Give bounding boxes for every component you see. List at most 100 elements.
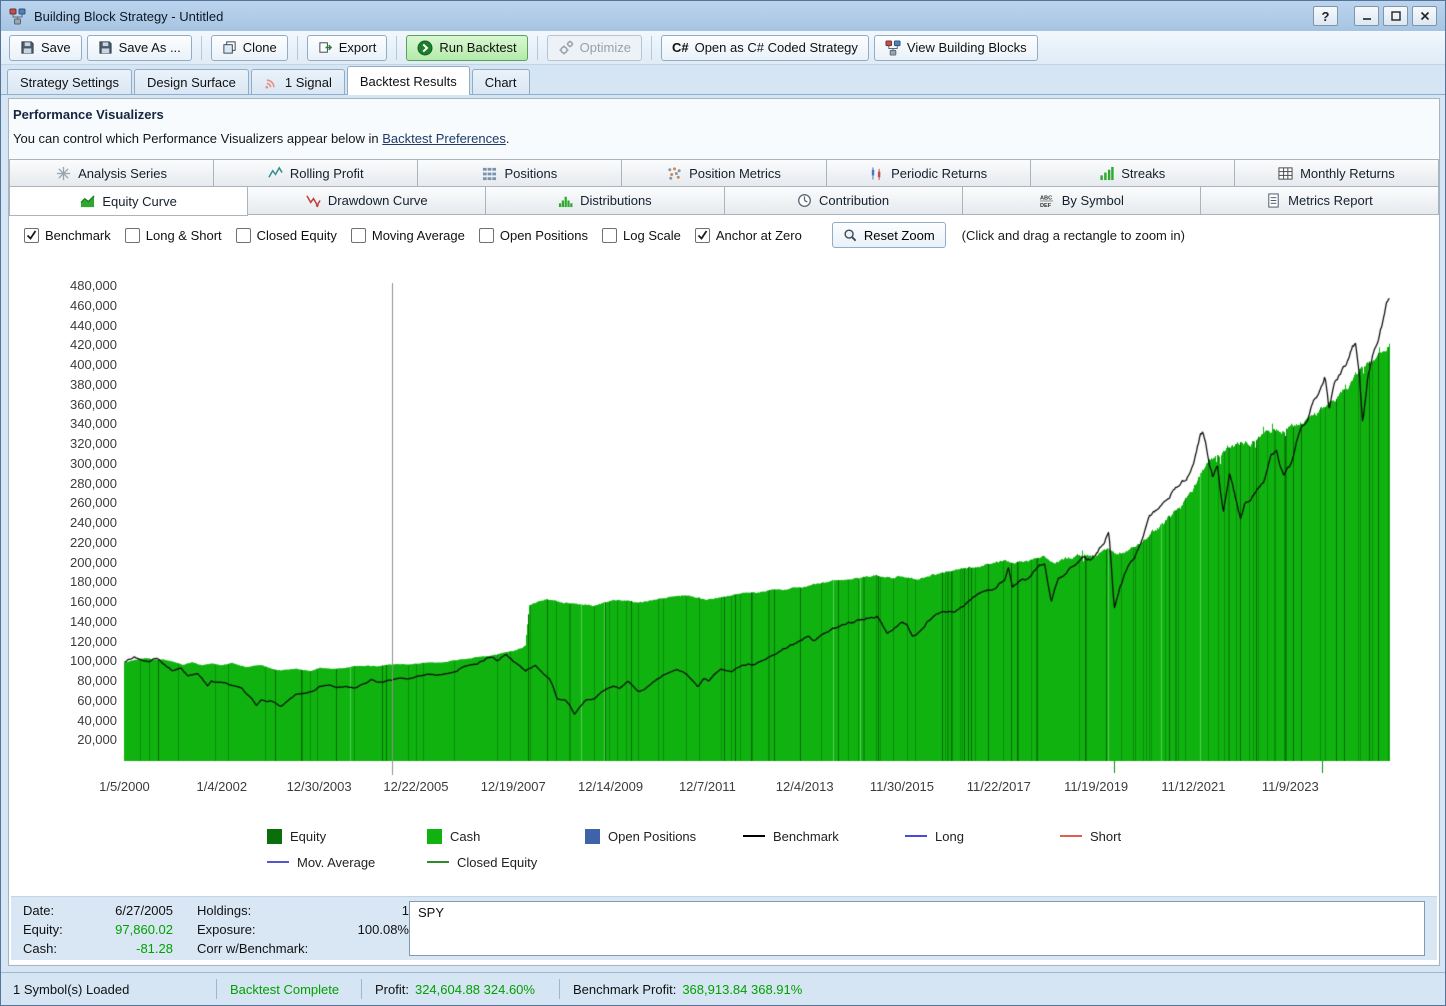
- clone-button[interactable]: Clone: [211, 35, 288, 61]
- minimize-button[interactable]: [1354, 6, 1379, 26]
- toolbar: Save Save As ... Clone Export Run Backte…: [1, 31, 1445, 65]
- export-button[interactable]: Export: [307, 35, 388, 61]
- cursor-info-panel: Date: 6/27/2005 Holdings: 1 Equity: 97,8…: [11, 896, 1437, 960]
- y-axis-label: 20,000: [5, 732, 117, 747]
- tab-strategy-settings[interactable]: Strategy Settings: [7, 69, 132, 94]
- checkbox-long-short[interactable]: Long & Short: [125, 228, 222, 243]
- checkbox-anchor-at-zero[interactable]: Anchor at Zero: [695, 228, 802, 243]
- streaks-icon: [1099, 166, 1114, 181]
- checkbox-benchmark[interactable]: Benchmark: [24, 228, 111, 243]
- toolbar-separator: [651, 36, 652, 60]
- legend-equity: Equity: [267, 827, 326, 845]
- save-as-icon: [98, 40, 113, 55]
- symbol-list-box[interactable]: SPY: [409, 901, 1425, 956]
- optimize-button[interactable]: Optimize: [547, 35, 642, 61]
- run-icon: [417, 40, 433, 56]
- view-building-blocks-button[interactable]: View Building Blocks: [874, 35, 1038, 61]
- open-as-csharp-button[interactable]: C# Open as C# Coded Strategy: [661, 35, 869, 61]
- y-axis-label: 220,000: [5, 535, 117, 550]
- y-axis-label: 80,000: [5, 673, 117, 688]
- corr-benchmark-label: Corr w/Benchmark:: [173, 939, 317, 958]
- profit-value: 324,604.88 324.60%: [415, 982, 535, 997]
- x-axis-label: 1/5/2000: [79, 779, 169, 794]
- save-button[interactable]: Save: [9, 35, 82, 61]
- y-axis-label: 100,000: [5, 653, 117, 668]
- reset-zoom-button[interactable]: Reset Zoom: [832, 222, 946, 248]
- tab-monthly-returns[interactable]: Monthly Returns: [1234, 159, 1439, 187]
- tab-streaks[interactable]: Streaks: [1030, 159, 1235, 187]
- analysis-series-icon: [56, 166, 71, 181]
- tab-distributions[interactable]: Distributions: [485, 186, 724, 215]
- tab-chart[interactable]: Chart: [472, 69, 530, 94]
- tab-design-surface[interactable]: Design Surface: [134, 69, 249, 94]
- benchmark-profit-label: Benchmark Profit:: [573, 982, 676, 997]
- by-symbol-icon: ABCDEF: [1039, 193, 1055, 208]
- contribution-icon: [797, 193, 812, 208]
- backtest-preferences-link[interactable]: Backtest Preferences: [382, 131, 506, 146]
- exposure-value: 100.08%: [317, 920, 409, 939]
- distributions-icon: [558, 193, 573, 208]
- y-axis-label: 200,000: [5, 555, 117, 570]
- legend-open-positions: Open Positions: [585, 827, 696, 845]
- csharp-icon: C#: [672, 40, 689, 55]
- legend-long: Long: [905, 827, 964, 845]
- optimize-icon: [558, 40, 574, 56]
- rolling-profit-icon: [268, 166, 283, 181]
- short-line-swatch: [1060, 835, 1082, 837]
- checkbox-checked-icon: [24, 228, 39, 243]
- close-button[interactable]: [1412, 6, 1437, 26]
- maximize-button[interactable]: [1383, 6, 1408, 26]
- benchmark-profit-value: 368,913.84 368.91%: [682, 982, 802, 997]
- tab-metrics-report[interactable]: Metrics Report: [1200, 186, 1439, 215]
- checkbox-moving-average[interactable]: Moving Average: [351, 228, 465, 243]
- app-window: Building Block Strategy - Untitled ? Sav…: [0, 0, 1446, 1006]
- tab-equity-curve[interactable]: Equity Curve: [9, 186, 248, 216]
- tab-contribution[interactable]: Contribution: [724, 186, 963, 215]
- zoom-hint-text: (Click and drag a rectangle to zoom in): [962, 228, 1185, 243]
- y-axis-label: 40,000: [5, 713, 117, 728]
- y-axis-label: 280,000: [5, 476, 117, 491]
- checkbox-closed-equity[interactable]: Closed Equity: [236, 228, 337, 243]
- y-axis-label: 300,000: [5, 456, 117, 471]
- checkbox-open-positions[interactable]: Open Positions: [479, 228, 588, 243]
- building-blocks-icon: [885, 40, 901, 56]
- tab-drawdown-curve[interactable]: Drawdown Curve: [247, 186, 486, 215]
- y-axis-label: 180,000: [5, 574, 117, 589]
- symbols-loaded-status: 1 Symbol(s) Loaded: [1, 973, 216, 1005]
- tab-positions[interactable]: Positions: [417, 159, 622, 187]
- x-axis-label: 11/22/2017: [954, 779, 1044, 794]
- tab-backtest-results[interactable]: Backtest Results: [347, 66, 470, 95]
- equity-curve-icon: [80, 194, 95, 209]
- position-metrics-icon: [667, 166, 682, 181]
- save-as-button[interactable]: Save As ...: [87, 35, 192, 61]
- chart-controls-bar: Benchmark Long & Short Closed Equity Mov…: [10, 217, 1438, 253]
- x-axis-label: 12/19/2007: [468, 779, 558, 794]
- y-axis-label: 240,000: [5, 515, 117, 530]
- y-axis-label: 140,000: [5, 614, 117, 629]
- tab-rolling-profit[interactable]: Rolling Profit: [213, 159, 418, 187]
- tab-position-metrics[interactable]: Position Metrics: [621, 159, 826, 187]
- holdings-value: 1: [317, 901, 409, 920]
- export-icon: [318, 40, 333, 55]
- open-positions-swatch: [585, 829, 600, 844]
- panel-description: You can control which Performance Visual…: [13, 131, 509, 146]
- checkbox-unchecked-icon: [479, 228, 494, 243]
- checkbox-log-scale[interactable]: Log Scale: [602, 228, 681, 243]
- mov-average-line-swatch: [267, 861, 289, 863]
- x-axis-label: 12/7/2011: [662, 779, 752, 794]
- help-button[interactable]: ?: [1313, 6, 1338, 26]
- y-axis-label: 360,000: [5, 397, 117, 412]
- tab-periodic-returns[interactable]: Periodic Returns: [826, 159, 1031, 187]
- run-backtest-button[interactable]: Run Backtest: [406, 35, 527, 61]
- benchmark-profit-status: Benchmark Profit: 368,913.84 368.91%: [560, 973, 802, 1005]
- tab-by-symbol[interactable]: ABCDEF By Symbol: [962, 186, 1201, 215]
- magnifier-icon: [843, 228, 858, 243]
- signal-icon: [264, 75, 279, 90]
- tab-analysis-series[interactable]: Analysis Series: [9, 159, 214, 187]
- equity-curve-canvas[interactable]: [1, 251, 1446, 807]
- benchmark-line-swatch: [743, 835, 765, 837]
- toolbar-separator: [297, 36, 298, 60]
- cash-swatch: [427, 829, 442, 844]
- tab-signals[interactable]: 1 Signal: [251, 69, 345, 94]
- y-axis-label: 380,000: [5, 377, 117, 392]
